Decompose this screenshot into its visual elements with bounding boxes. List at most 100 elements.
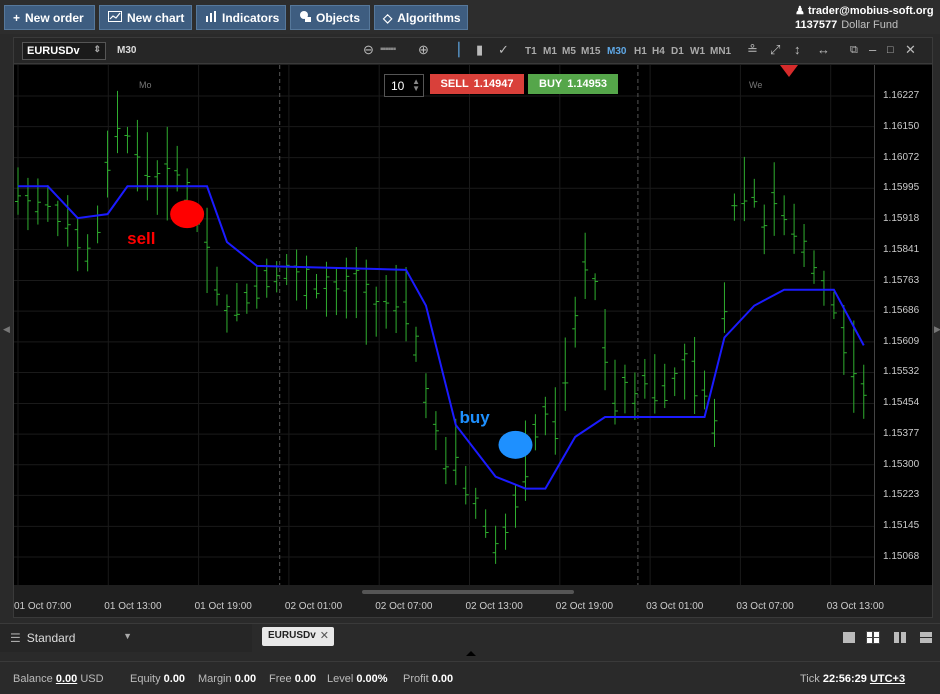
layout-grid-icon[interactable] [866, 631, 880, 644]
timeframe-label: M30 [117, 45, 137, 56]
price-chart [14, 65, 874, 585]
line-chart-type-icon[interactable]: ✓ [498, 42, 509, 58]
price-tick-label: 1.15454 [883, 397, 920, 409]
plus-icon: + [13, 10, 21, 25]
balance-status: Balance 0.00 USD [13, 673, 104, 685]
day-marker-we: We [749, 80, 763, 90]
candle-chart-type-icon[interactable]: ▮ [476, 42, 483, 58]
quantity-stepper[interactable]: 10 ▲ ▼ [384, 74, 424, 97]
indicators-button[interactable]: Indicators [196, 5, 286, 30]
price-tick-label: 1.15763 [883, 274, 920, 286]
price-tick-label: 1.15918 [883, 212, 920, 224]
menu-icon: ☰ [10, 631, 21, 645]
equity-status: Equity 0.00 [130, 673, 186, 685]
tf-h1[interactable]: H1 [634, 46, 647, 57]
layout-columns-icon[interactable] [893, 631, 907, 644]
tf-w1[interactable]: W1 [690, 46, 705, 57]
time-tick-label: 01 Oct 13:00 [104, 601, 162, 612]
price-tick-label: 1.16072 [883, 151, 920, 163]
time-tick-label: 03 Oct 13:00 [826, 601, 884, 612]
tf-m15[interactable]: M15 [581, 46, 600, 57]
server-time: 22:56:29 [822, 673, 867, 685]
sell-marker [170, 200, 205, 229]
account-user: trader@mobius-soft.org [807, 5, 934, 17]
algorithms-button[interactable]: ◇ Algorithms [374, 5, 468, 30]
account-info[interactable]: ♟ trader@mobius-soft.org 1137577 Dollar F… [791, 2, 937, 34]
chart-window: EURUSDv ⇕ M30 ⊖ ▪▪▪▪▪▪ ⊕ ⎪ ▮ ✓ T1 M1 M5 … [13, 37, 933, 618]
tf-m1[interactable]: M1 [543, 46, 557, 57]
time-tick-label: 02 Oct 13:00 [465, 601, 523, 612]
time-tick-label: 03 Oct 01:00 [646, 601, 704, 612]
tf-d1[interactable]: D1 [671, 46, 684, 57]
zoom-slider[interactable]: ▪▪▪▪▪▪ [380, 42, 396, 58]
time-marker-triangle-icon[interactable] [780, 65, 798, 77]
sell-button[interactable]: SELL 1.14947 [430, 74, 524, 94]
tf-t1[interactable]: T1 [525, 46, 537, 57]
time-tick-label: 03 Oct 07:00 [736, 601, 794, 612]
layout-rows-icon[interactable] [919, 631, 933, 644]
chart-toolbar: EURUSDv ⇕ M30 ⊖ ▪▪▪▪▪▪ ⊕ ⎪ ▮ ✓ T1 M1 M5 … [14, 38, 932, 64]
chart-tab[interactable]: EURUSDv ✕ [262, 627, 334, 646]
tf-m30[interactable]: M30 [607, 46, 626, 57]
price-tick-label: 1.15145 [883, 520, 920, 532]
close-tab-icon[interactable]: ✕ [320, 629, 329, 642]
symbol-value: EURUSDv [27, 45, 80, 57]
workspace-name: Standard [26, 631, 76, 645]
account-number: 1137577 [795, 19, 838, 31]
new-order-button[interactable]: + New order [4, 5, 95, 30]
objects-button[interactable]: Objects [290, 5, 370, 30]
zoom-in-icon[interactable]: ⊕ [418, 42, 429, 58]
chart-settings-icon[interactable]: ≗ [747, 42, 758, 58]
stepper-arrows-icon[interactable]: ▲ ▼ [412, 78, 420, 93]
tf-m5[interactable]: M5 [562, 46, 576, 57]
price-tick-label: 1.15995 [883, 182, 920, 194]
sell-price: 1.14947 [473, 78, 514, 90]
zoom-out-icon[interactable]: ⊖ [363, 42, 374, 58]
buy-price: 1.14953 [567, 78, 607, 90]
free-status: Free 0.00 [269, 673, 317, 685]
detach-icon[interactable]: ⧉ [850, 42, 858, 58]
chart-plot-area[interactable]: sell buy [14, 65, 874, 585]
diamond-icon: ◇ [383, 10, 393, 25]
layout-single-icon[interactable] [842, 631, 856, 644]
price-tick-label: 1.15532 [883, 366, 920, 378]
balance-value[interactable]: 0.00 [56, 673, 77, 685]
price-tick-label: 1.15686 [883, 305, 920, 317]
new-chart-button[interactable]: New chart [99, 5, 192, 30]
price-tick-label: 1.15223 [883, 489, 920, 501]
quantity-value: 10 [391, 79, 405, 93]
price-axis[interactable]: 1.16227 1.16150 1.16072 1.15995 1.15918 1.158… [874, 65, 932, 585]
profit-status: Profit 0.00 [403, 673, 454, 685]
buy-label: BUY [539, 78, 563, 90]
level-status: Level 0.00% [327, 673, 388, 685]
price-tick-label: 1.16150 [883, 120, 920, 132]
vertical-scale-icon[interactable]: ↕ [794, 42, 801, 58]
sell-annotation-label: sell [127, 229, 156, 249]
close-icon[interactable]: ✕ [905, 42, 916, 58]
time-tick-label: 02 Oct 01:00 [284, 601, 343, 612]
timezone-select[interactable]: UTC+3 [870, 673, 905, 685]
right-panel-handle-icon[interactable]: ▶ [934, 324, 940, 338]
price-tick-label: 1.16227 [883, 90, 920, 101]
price-tick-label: 1.15377 [883, 428, 920, 440]
collapse-panel-icon[interactable] [466, 651, 476, 656]
maximize-icon[interactable]: □ [887, 42, 894, 58]
minimize-icon[interactable]: – [869, 42, 876, 58]
account-fund: Dollar Fund [841, 19, 899, 31]
bar-chart-type-icon[interactable]: ⎪ [454, 42, 464, 58]
horizontal-scale-icon[interactable]: ↔ [817, 42, 830, 58]
chart-icon [108, 10, 122, 25]
buy-button[interactable]: BUY 1.14953 [528, 74, 618, 94]
tf-h4[interactable]: H4 [652, 46, 665, 57]
left-panel-handle-icon[interactable]: ◀ [3, 324, 10, 338]
margin-status: Margin 0.00 [198, 673, 257, 685]
day-marker-mo: Mo [139, 80, 152, 90]
sell-label: SELL [440, 78, 469, 90]
workspace-select[interactable]: ☰ Standard ▼ [0, 624, 252, 652]
price-tick-label: 1.15068 [883, 551, 920, 562]
tf-mn1[interactable]: MN1 [710, 46, 731, 57]
autoscale-icon[interactable]: ⤢ [770, 42, 780, 58]
time-tick-label: 02 Oct 07:00 [375, 601, 433, 612]
symbol-select[interactable]: EURUSDv ⇕ [22, 42, 106, 60]
horizontal-scrollbar[interactable] [362, 590, 574, 594]
